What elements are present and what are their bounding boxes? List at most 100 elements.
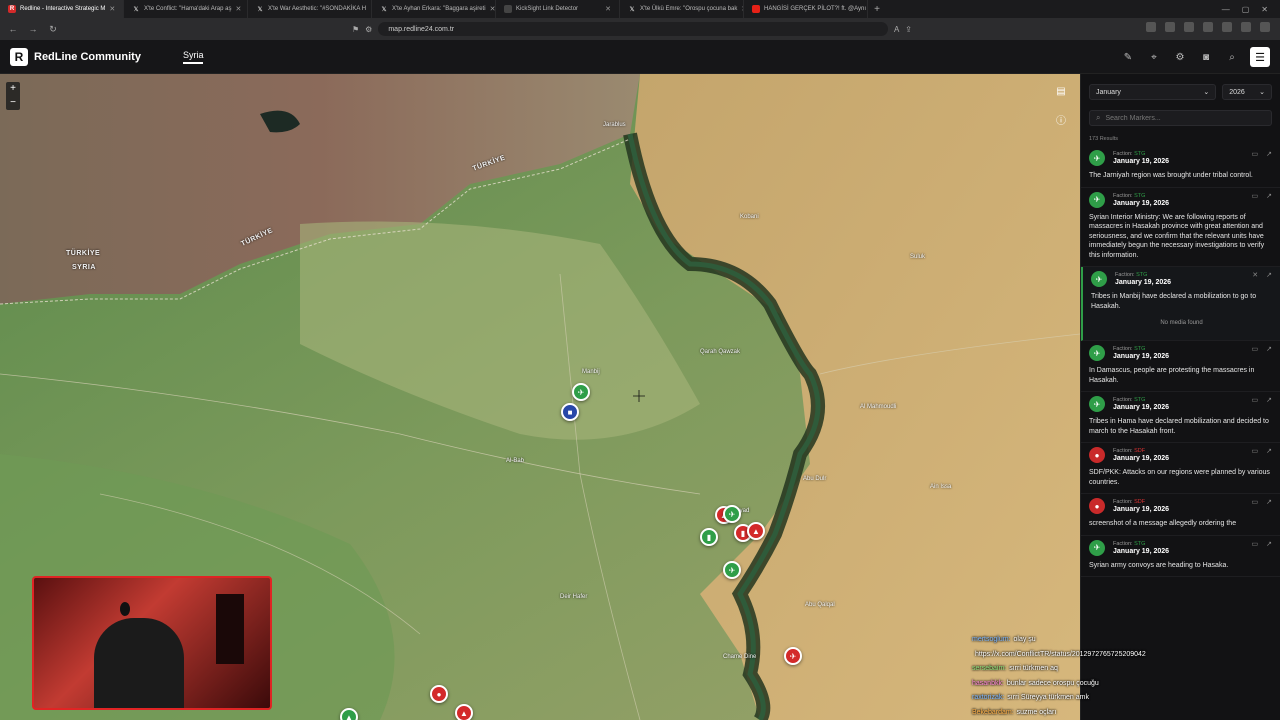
external-link-icon[interactable]: ↗ [1266,192,1272,200]
x-icon: 𝕏 [629,6,635,13]
map-label: Deir Hafer [560,594,588,600]
forward-icon[interactable]: → [28,24,38,34]
sdf-faction-icon: ● [1089,498,1105,514]
event-entry[interactable]: ✈ Faction: STG January 19, 2026 ✕ ↗ Tribes in… [1081,267,1280,341]
map-label: Suluk [910,254,926,260]
bookmark-icon[interactable]: ▭ [1252,345,1259,353]
bookmark-icon[interactable]: ▭ [1252,447,1259,455]
browser-tab[interactable]: 𝕏 X'te Ülkü Emre: "Orospu çocuna bak ✕ [620,0,744,18]
external-link-icon[interactable]: ↗ [1266,540,1272,548]
event-entry[interactable]: ✈ Faction: STG January 19, 2026 ▭ ↗ The Jarni… [1081,146,1280,188]
browser-tab-bar: R Redline - Interactive Strategic M ✕ 𝕏 … [0,0,1280,18]
search-markers-field[interactable]: ⌕ [1089,110,1272,126]
event-entry[interactable]: ✈ Faction: STG January 19, 2026 ▭ ↗ Syrian ar… [1081,536,1280,577]
external-link-icon[interactable]: ↗ [1266,447,1272,455]
reload-icon[interactable]: ↻ [48,24,58,35]
external-link-icon[interactable]: ↗ [1266,271,1272,279]
translate-icon[interactable]: A [894,25,899,34]
close-icon[interactable]: ✕ [109,5,115,13]
x-icon: 𝕏 [257,6,263,13]
maximize-icon[interactable]: ▢ [1242,5,1250,14]
event-entry[interactable]: ✈ Faction: STG January 19, 2026 ▭ ↗ Tribes in… [1081,392,1280,443]
event-entry[interactable]: ✈ Faction: STG January 19, 2026 ▭ ↗ In Damasc… [1081,341,1280,392]
bookmark-icon[interactable]: ▭ [1252,396,1259,404]
faction-value: STG [1134,397,1146,403]
brand-name[interactable]: RedLine Community [34,51,141,63]
bookmark-icon[interactable]: ⚑ [352,25,359,34]
back-icon[interactable]: ← [8,24,18,34]
extension-icon[interactable] [1146,22,1156,32]
bookmark-icon[interactable]: ▭ [1252,498,1259,506]
url-area: ⚑ ⚙ map.redline24.com.tr A ⇪ [352,22,912,36]
menu-icon[interactable] [1260,22,1270,32]
sdf-marker[interactable]: ▲ [747,522,765,540]
url-bar[interactable]: map.redline24.com.tr [378,22,888,36]
share-icon[interactable]: ⇪ [905,25,912,34]
stg-marker[interactable]: ▲ [340,708,358,720]
camera-icon[interactable]: ◙ [1198,49,1214,65]
browser-tab[interactable]: 𝕏 X'te Conflict: "Hama'daki Arap aş ✕ [124,0,248,18]
browser-tab[interactable]: 𝕏 X'te Ayhan Erkara: "Baggara aşireti ✕ [372,0,496,18]
month-select[interactable]: January ⌄ [1089,84,1217,100]
site-info-icon[interactable]: ⚙ [365,25,372,34]
stg-faction-icon: ✈ [1091,271,1107,287]
bookmark-icon[interactable]: ▭ [1252,192,1259,200]
stg-marker[interactable]: ▮ [700,528,718,546]
blue-marker[interactable]: ■ [561,403,579,421]
close-icon[interactable]: ✕ [490,5,495,13]
browser-tab[interactable]: KickSight Link Detector ✕ [496,0,620,18]
new-tab-button[interactable]: + [868,4,886,15]
extension-icon[interactable] [1203,22,1213,32]
search-markers-input[interactable] [1105,114,1256,122]
close-icon[interactable]: ✕ [235,5,241,13]
event-entry[interactable]: ● Faction: SDF January 19, 2026 ▭ ↗ screensho… [1081,494,1280,536]
external-link-icon[interactable]: ↗ [1266,150,1272,158]
event-entry[interactable]: ✈ Faction: STG January 19, 2026 ▭ ↗ Syrian In… [1081,188,1280,267]
chevron-down-icon: ⌄ [1203,89,1210,96]
location-pin-icon[interactable]: ⌖ [1146,49,1162,65]
map-label: Abu Qalqal [805,602,835,608]
external-link-icon[interactable]: ↗ [1266,345,1272,353]
event-date: January 19, 2026 [1113,353,1170,360]
sdf-marker[interactable]: ▲ [455,704,473,720]
info-icon[interactable]: ⓘ [1054,112,1068,127]
external-link-icon[interactable]: ↗ [1266,396,1272,404]
results-count: 173 Results [1089,136,1119,142]
close-icon[interactable]: ✕ [1252,271,1258,279]
stg-marker[interactable]: ✈ [572,383,590,401]
search-icon[interactable]: ⌕ [1224,49,1240,65]
stg-marker[interactable]: ✈ [723,561,741,579]
tab-syria[interactable]: Syria [182,50,204,64]
year-select[interactable]: 2026 ⌄ [1222,84,1272,100]
close-window-icon[interactable]: ✕ [1261,5,1268,14]
sdf-marker[interactable]: ● [430,685,448,703]
settings-icon[interactable]: ⚙ [1172,49,1188,65]
browser-toolbar: ← → ↻ ⚑ ⚙ map.redline24.com.tr A ⇪ [0,18,1280,40]
browser-tab[interactable]: HANGİSİ GERÇEK PİLOT?! ft. @Aynı ✕ [744,0,868,18]
extension-icon[interactable] [1184,22,1194,32]
close-icon[interactable]: ✕ [605,5,611,13]
external-link-icon[interactable]: ↗ [1266,498,1272,506]
faction-value: SDF [1134,499,1146,505]
hamburger-menu-button[interactable]: ☰ [1250,47,1270,67]
browser-tab[interactable]: R Redline - Interactive Strategic M ✕ [0,0,124,18]
layers-icon[interactable]: ▤ [1054,86,1068,100]
extension-icon[interactable] [1165,22,1175,32]
event-date: January 19, 2026 [1113,547,1170,555]
event-entry[interactable]: ● Faction: SDF January 19, 2026 ▭ ↗ SDF/PKK: … [1081,443,1280,494]
zoom-in-button[interactable]: + [6,82,20,96]
stg-marker[interactable]: ✈ [723,505,741,523]
sdf-marker[interactable]: ✈ [784,647,802,665]
browser-tab[interactable]: 𝕏 X'te War Aesthetic: "#SONDAKİKA H ✕ [248,0,372,18]
wallet-icon[interactable] [1241,22,1251,32]
header-toolbar: ✎ ⌖ ⚙ ◙ ⌕ ☰ [1120,47,1270,67]
minimize-icon[interactable]: — [1222,5,1230,14]
brush-icon[interactable]: ✎ [1120,49,1136,65]
logo[interactable]: R [10,47,28,66]
stg-faction-icon: ✈ [1089,191,1105,208]
bookmark-icon[interactable]: ▭ [1252,540,1259,548]
bookmark-icon[interactable]: ▭ [1252,150,1259,158]
extension-icon[interactable] [1222,22,1232,32]
event-text: Syrian army convoys are heading to Hasak… [1089,561,1229,569]
zoom-out-button[interactable]: − [6,96,20,110]
